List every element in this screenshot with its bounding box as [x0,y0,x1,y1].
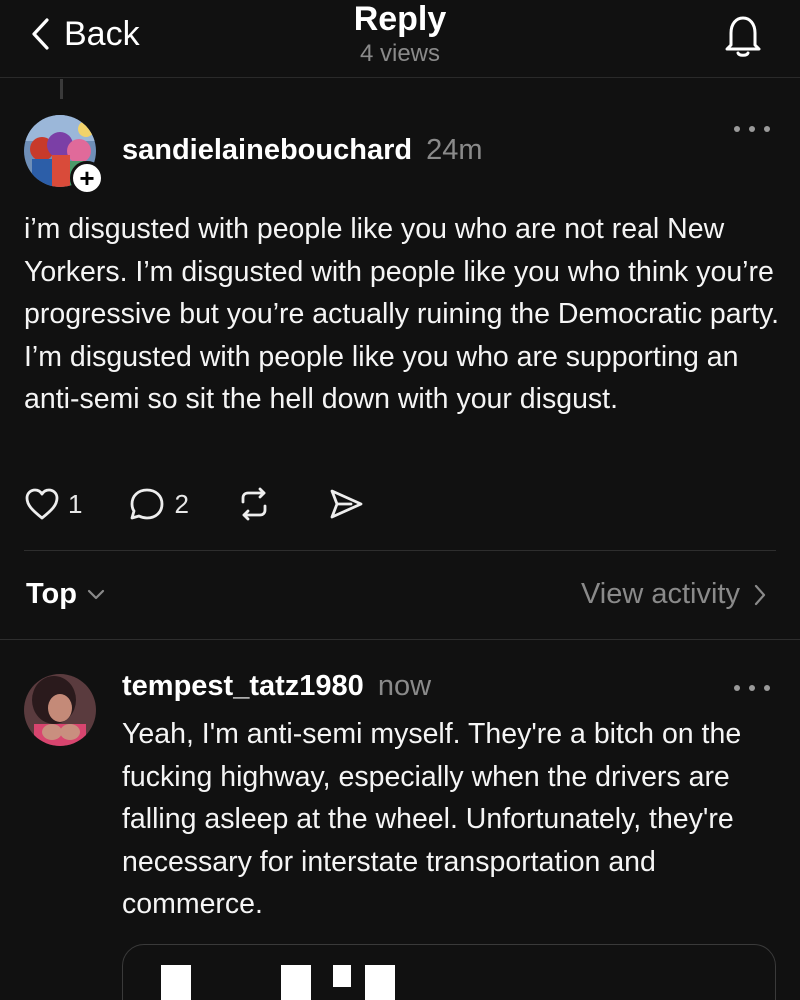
reply-text: Yeah, I'm anti-semi myself. They're a bi… [122,718,742,920]
reply-count: 2 [174,488,189,519]
post-time: 24m [426,134,483,166]
post-header: sandielainebouchard 24m [122,134,483,167]
media-attachment[interactable] [122,944,776,1000]
media-image [161,965,395,1000]
thread-line [60,79,63,99]
view-activity-link[interactable]: View activity [581,578,766,611]
post-actions: 1 2 [24,482,419,526]
post-username[interactable]: sandielainebouchard [122,134,412,166]
avatar[interactable] [24,674,96,746]
plus-icon: + [79,163,95,193]
reply-username[interactable]: tempest_tatz1980 [122,670,364,702]
sort-bar: Top View activity [0,570,800,620]
reply-time: now [377,670,432,702]
bell-icon [725,16,761,57]
follow-button[interactable]: + [70,161,104,195]
comment-button[interactable]: 2 [128,486,189,522]
more-icon[interactable] [734,681,770,695]
page-title: Reply [353,0,447,38]
like-count: 1 [68,488,83,519]
notifications-button[interactable] [718,10,768,60]
repost-button[interactable] [235,486,281,522]
more-icon[interactable] [734,122,770,136]
chevron-down-icon [87,589,105,599]
reply-header: tempest_tatz1980 now [122,670,431,703]
share-button[interactable] [327,486,373,522]
repost-icon [241,487,267,521]
send-icon [330,489,363,519]
comment-icon [131,488,164,520]
view-count: 4 views [359,40,441,67]
post-text: i’m disgusted with people like you who a… [24,213,780,415]
heart-icon [25,488,59,520]
chevron-right-icon [754,584,766,605]
top-bar: Back Reply 4 views [0,0,800,78]
divider [24,550,776,551]
sort-dropdown[interactable]: Top [26,578,105,611]
like-button[interactable]: 1 [24,487,82,521]
divider [0,639,800,640]
sort-label: Top [26,578,77,610]
view-activity-label: View activity [580,578,740,610]
